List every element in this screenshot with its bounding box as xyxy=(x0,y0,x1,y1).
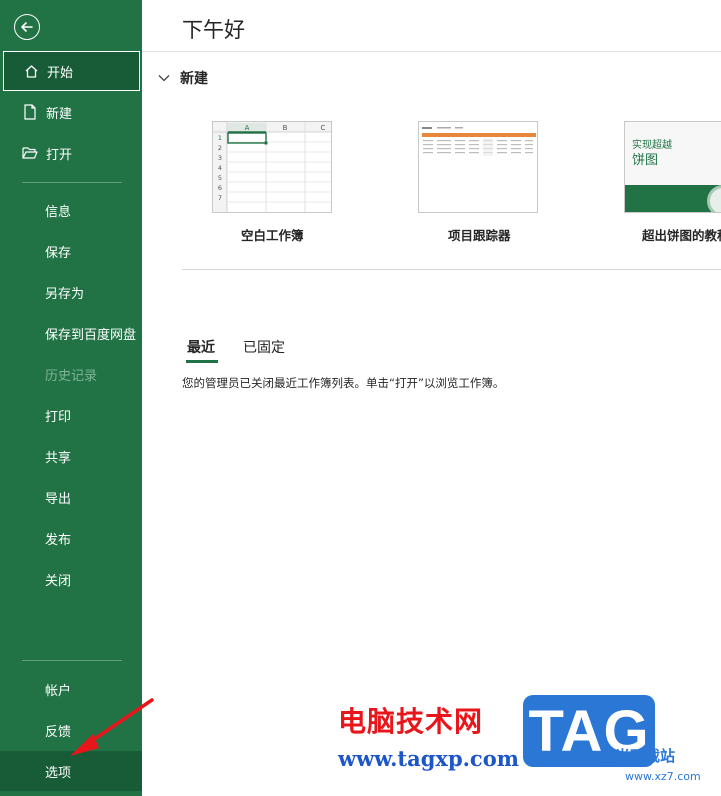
column-header: C xyxy=(321,124,326,132)
sidebar-item-label: 历史记录 xyxy=(45,368,98,384)
sidebar-item-save-to-baidu[interactable]: 保存到百度网盘 xyxy=(0,313,142,353)
tab-pinned[interactable]: 已固定 xyxy=(243,337,285,357)
template-project-tracker[interactable]: 项目跟踪器 xyxy=(418,121,538,243)
thumbnail-subtitle: 饼图 xyxy=(632,153,659,168)
sidebar-item-history: 历史记录 xyxy=(0,354,142,394)
sidebar-item-label: 关闭 xyxy=(45,573,72,589)
chevron-down-icon xyxy=(158,75,170,82)
project-tracker-thumbnail xyxy=(418,121,538,213)
row-header: 7 xyxy=(218,194,222,202)
sidebar-item-label: 共享 xyxy=(45,450,72,466)
sidebar-divider xyxy=(22,182,122,183)
sidebar-item-label: 保存 xyxy=(45,245,72,261)
sidebar-item-label: 导出 xyxy=(45,491,72,507)
tab-recent[interactable]: 最近 xyxy=(187,337,215,357)
row-header: 3 xyxy=(218,154,222,162)
sidebar-item-print[interactable]: 打印 xyxy=(0,395,142,435)
sidebar-item-label: 选项 xyxy=(45,765,72,781)
row-header: 4 xyxy=(218,164,222,172)
column-header: A xyxy=(245,124,250,132)
sidebar-item-account[interactable]: 帐户 xyxy=(0,669,142,709)
header-divider xyxy=(142,51,721,52)
home-icon xyxy=(23,63,39,79)
blank-workbook-thumbnail: A B C 1 2 3 4 5 6 7 xyxy=(212,121,332,213)
back-arrow-icon xyxy=(21,22,33,32)
template-pie-chart-tutorial[interactable]: 实现超越 饼图 超出饼图的教程 xyxy=(624,121,721,243)
sidebar-item-export[interactable]: 导出 xyxy=(0,477,142,517)
sidebar-item-share[interactable]: 共享 xyxy=(0,436,142,476)
sidebar-item-save-as[interactable]: 另存为 xyxy=(0,272,142,312)
sidebar-divider xyxy=(22,660,122,661)
pie-chart-tutorial-thumbnail: 实现超越 饼图 xyxy=(624,121,721,213)
sidebar-item-label: 另存为 xyxy=(45,286,85,302)
sidebar-item-label: 保存到百度网盘 xyxy=(45,327,137,343)
sidebar-item-close[interactable]: 关闭 xyxy=(0,559,142,599)
sidebar-item-label: 打开 xyxy=(46,147,73,163)
recent-list-message: 您的管理员已关闭最近工作簿列表。单击“打开”以浏览工作簿。 xyxy=(182,376,505,390)
sidebar-item-label: 帐户 xyxy=(45,683,72,699)
sidebar-item-publish[interactable]: 发布 xyxy=(0,518,142,558)
watermark-text: 电脑技术网 xyxy=(338,705,484,738)
sidebar-item-label: 开始 xyxy=(47,65,74,81)
backstage-sidebar: 开始 新建 打开 信息 保存 另存为 保存到百度网盘 历史记录 打印 共享 导出… xyxy=(0,0,142,796)
sidebar-item-open[interactable]: 打开 xyxy=(0,133,142,173)
template-name: 项目跟踪器 xyxy=(448,228,511,243)
row-header: 6 xyxy=(218,184,222,192)
sidebar-item-new[interactable]: 新建 xyxy=(0,92,142,132)
folder-open-icon xyxy=(22,145,38,161)
back-button[interactable] xyxy=(14,14,40,40)
template-name: 空白工作簿 xyxy=(241,228,304,243)
sidebar-item-label: 发布 xyxy=(45,532,72,548)
sidebar-item-info[interactable]: 信息 xyxy=(0,190,142,230)
watermark-url: www.tagxp.com xyxy=(338,746,519,771)
tab-selected-indicator xyxy=(186,360,218,363)
column-header: B xyxy=(283,124,288,132)
sidebar-item-save[interactable]: 保存 xyxy=(0,231,142,271)
page-title: 下午好 xyxy=(182,18,245,42)
template-blank-workbook[interactable]: A B C 1 2 3 4 5 6 7 空白工作簿 xyxy=(212,121,332,243)
section-divider xyxy=(182,269,721,270)
sidebar-item-label: 打印 xyxy=(45,409,72,425)
sidebar-item-label: 信息 xyxy=(45,204,72,220)
sidebar-item-options[interactable]: 选项 xyxy=(0,751,142,791)
row-header: 5 xyxy=(218,174,222,182)
new-section-toggle[interactable]: 新建 xyxy=(158,68,208,88)
document-icon xyxy=(22,104,38,120)
watermark-site-name: 极光下载站 xyxy=(600,747,676,765)
sidebar-item-feedback[interactable]: 反馈 xyxy=(0,710,142,750)
watermark-site-url: www.xz7.com xyxy=(625,770,701,783)
row-header: 2 xyxy=(218,144,222,152)
sidebar-item-home[interactable]: 开始 xyxy=(3,51,140,91)
row-header: 1 xyxy=(218,134,222,142)
new-section-title: 新建 xyxy=(180,71,208,87)
sidebar-item-label: 新建 xyxy=(46,106,73,122)
sidebar-item-label: 反馈 xyxy=(45,724,72,740)
template-name: 超出饼图的教程 xyxy=(642,228,721,243)
